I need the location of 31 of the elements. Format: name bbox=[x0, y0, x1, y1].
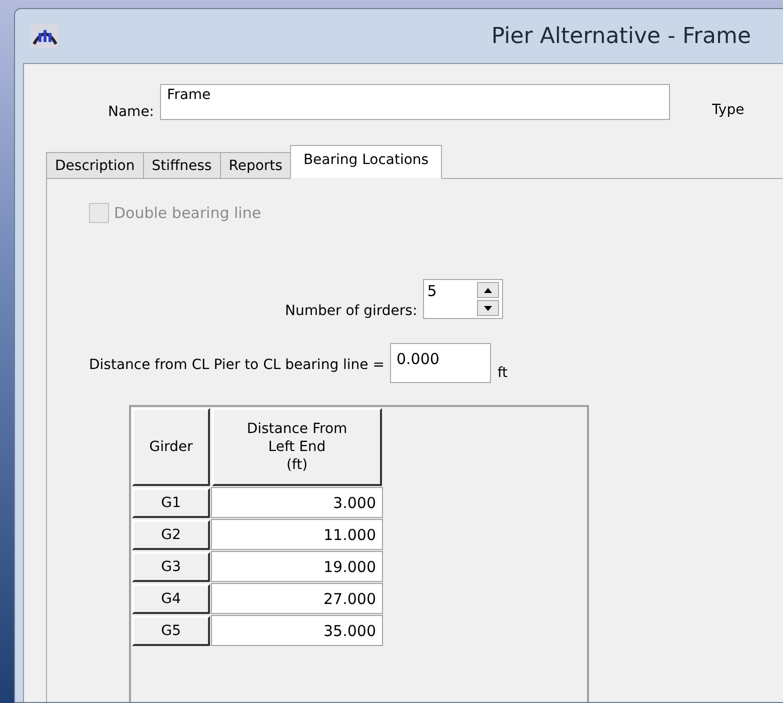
bridge-arch-icon bbox=[31, 24, 59, 48]
name-input-field[interactable]: Frame bbox=[160, 84, 670, 120]
down-triangle-icon bbox=[484, 306, 492, 310]
row-header: G1 bbox=[132, 488, 210, 518]
tab[interactable]: Bearing Locations bbox=[290, 145, 442, 179]
distance-label: Distance from CL Pier to CL bearing line = bbox=[89, 357, 384, 373]
name-label: Name: bbox=[108, 104, 154, 120]
girders-count-label: Number of girders: bbox=[285, 303, 418, 319]
row-header: G3 bbox=[132, 552, 210, 582]
spin-down-button[interactable] bbox=[477, 300, 500, 316]
table-cell[interactable]: 11.000 bbox=[211, 519, 383, 550]
girders-count-spinner[interactable]: 5 bbox=[423, 279, 504, 319]
row-header: G4 bbox=[132, 584, 210, 614]
table-cell[interactable]: 27.000 bbox=[211, 583, 383, 614]
spin-up-button[interactable] bbox=[477, 282, 500, 298]
table-cell[interactable]: 35.000 bbox=[211, 615, 383, 646]
up-triangle-icon bbox=[484, 288, 492, 292]
unit-label: ft bbox=[497, 365, 508, 381]
distance-input-field[interactable]: 0.000 bbox=[390, 343, 492, 383]
table-cell[interactable]: 3.000 bbox=[211, 487, 383, 518]
table-cell[interactable]: 19.000 bbox=[211, 551, 383, 582]
row-header: G2 bbox=[132, 520, 210, 550]
row-header: G5 bbox=[132, 616, 210, 646]
tab[interactable]: Reports bbox=[220, 152, 292, 179]
window-title: Pier Alternative - Frame bbox=[491, 24, 751, 48]
tab[interactable]: Description bbox=[46, 152, 144, 179]
type-label: Type bbox=[712, 102, 744, 118]
column-header: Distance From Left End (ft) bbox=[212, 408, 382, 486]
column-header: Girder bbox=[132, 408, 210, 486]
checkbox-label: Double bearing line bbox=[114, 204, 262, 222]
tab[interactable]: Stiffness bbox=[142, 152, 221, 179]
